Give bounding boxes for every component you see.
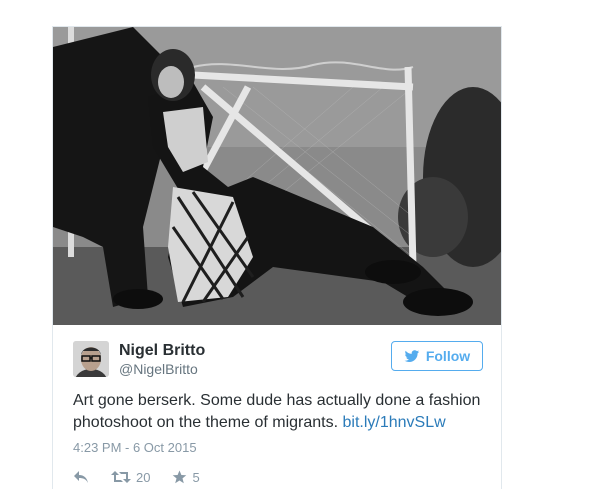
retweet-icon xyxy=(111,471,131,483)
follow-button[interactable]: Follow xyxy=(391,341,483,371)
reply-button[interactable] xyxy=(73,470,89,484)
retweet-count: 20 xyxy=(136,469,151,485)
like-count: 5 xyxy=(192,469,200,485)
photo-image xyxy=(53,27,501,325)
tweet-link[interactable]: bit.ly/1hnvSLw xyxy=(343,414,446,431)
tweet-header: Nigel Britto @NigelBritto Follow xyxy=(73,339,483,379)
tweet-text: Art gone berserk. Some dude has actually… xyxy=(73,390,493,434)
like-button[interactable]: 5 xyxy=(172,469,200,485)
author-handle[interactable]: @NigelBritto xyxy=(119,361,198,377)
tweet-actions: 20 5 xyxy=(73,467,222,487)
avatar-image xyxy=(73,341,109,377)
retweet-button[interactable]: 20 xyxy=(111,470,150,485)
tweet-photo[interactable] xyxy=(53,27,501,325)
avatar[interactable] xyxy=(73,341,109,377)
author-name[interactable]: Nigel Britto xyxy=(119,342,205,360)
tweet-timestamp[interactable]: 4:23 PM - 6 Oct 2015 xyxy=(73,440,197,455)
follow-label: Follow xyxy=(425,348,471,364)
star-icon xyxy=(173,470,187,484)
bird-icon xyxy=(404,349,419,362)
tweet-card: Nigel Britto @NigelBritto Follow Art gon… xyxy=(52,26,502,489)
reply-icon xyxy=(74,471,88,483)
